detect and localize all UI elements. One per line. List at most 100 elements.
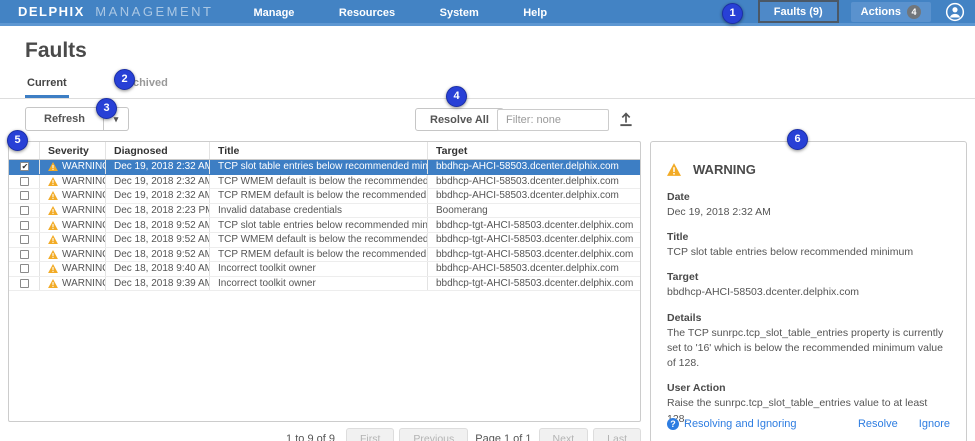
column-header-diagnosed[interactable]: Diagnosed	[105, 142, 209, 159]
warning-icon	[48, 177, 58, 186]
filter-input[interactable]	[497, 109, 609, 131]
actions-count-badge: 4	[907, 5, 921, 19]
title-cell: TCP RMEM default is below the recommende…	[209, 248, 427, 262]
target-cell: bbdhcp-tgt-AHCI-58503.dcenter.delphix.co…	[427, 248, 640, 262]
details-date-label: Date	[667, 191, 950, 203]
question-icon: ?	[667, 418, 679, 430]
title-cell: Invalid database credentials	[209, 204, 427, 218]
details-title-group: Title TCP slot table entries below recom…	[667, 231, 950, 260]
callout-6: 6	[787, 129, 808, 150]
table-row[interactable]: WARNING Dec 18, 2018 9:39 AM Incorrect t…	[9, 277, 640, 292]
pagination: 1 to 9 of 9 First Previous Page 1 of 1 N…	[8, 428, 641, 441]
diagnosed-cell: Dec 18, 2018 2:23 PM	[105, 204, 209, 218]
target-cell: bbdhcp-AHCI-58503.dcenter.delphix.com	[427, 189, 640, 203]
target-cell: bbdhcp-AHCI-58503.dcenter.delphix.com	[427, 262, 640, 276]
upload-icon[interactable]	[617, 110, 635, 128]
details-date-group: Date Dec 19, 2018 2:32 AM	[667, 191, 950, 220]
table-row[interactable]: WARNING Dec 19, 2018 2:32 AM TCP WMEM de…	[9, 175, 640, 190]
table-header-row: Severity Diagnosed Title Target	[9, 142, 640, 160]
details-target-value: bbdhcp-AHCI-58503.dcenter.delphix.com	[667, 285, 950, 300]
warning-icon	[48, 250, 58, 259]
table-row[interactable]: WARNING Dec 18, 2018 9:52 AM TCP RMEM de…	[9, 248, 640, 263]
warning-icon	[48, 221, 58, 230]
target-cell: bbdhcp-tgt-AHCI-58503.dcenter.delphix.co…	[427, 233, 640, 247]
severity-cell: WARNING	[62, 161, 105, 172]
table-row[interactable]: WARNING Dec 18, 2018 9:52 AM TCP WMEM de…	[9, 233, 640, 248]
previous-page-button[interactable]: Previous	[399, 428, 468, 441]
target-cell: bbdhcp-tgt-AHCI-58503.dcenter.delphix.co…	[427, 277, 640, 291]
table-row[interactable]: WARNING Dec 18, 2018 9:40 AM Incorrect t…	[9, 262, 640, 277]
diagnosed-cell: Dec 19, 2018 2:32 AM	[105, 160, 209, 174]
nav-item-manage[interactable]: Manage	[253, 7, 294, 19]
row-checkbox[interactable]	[20, 191, 29, 200]
row-checkbox[interactable]	[20, 235, 29, 244]
details-user-action-label: User Action	[667, 382, 950, 394]
first-page-button[interactable]: First	[346, 428, 394, 441]
details-details-value: The TCP sunrpc.tcp_slot_table_entries pr…	[667, 326, 950, 372]
details-date-value: Dec 19, 2018 2:32 AM	[667, 205, 950, 220]
warning-icon	[667, 163, 681, 176]
table-row[interactable]: WARNING Dec 19, 2018 2:32 AM TCP slot ta…	[9, 160, 640, 175]
nav-item-help[interactable]: Help	[523, 7, 547, 19]
table-row[interactable]: WARNING Dec 18, 2018 2:23 PM Invalid dat…	[9, 204, 640, 219]
row-checkbox[interactable]	[20, 221, 29, 230]
row-checkbox[interactable]	[20, 264, 29, 273]
tab-bar: Current Archived	[0, 75, 975, 99]
diagnosed-cell: Dec 18, 2018 9:52 AM	[105, 218, 209, 232]
details-details-group: Details The TCP sunrpc.tcp_slot_table_en…	[667, 312, 950, 372]
actions-button[interactable]: Actions 4	[851, 2, 931, 22]
faults-table: Severity Diagnosed Title Target WARNING …	[8, 141, 641, 422]
callout-5: 5	[7, 130, 28, 151]
severity-cell: WARNING	[62, 205, 105, 216]
tab-current[interactable]: Current	[25, 75, 69, 98]
last-page-button[interactable]: Last	[593, 428, 641, 441]
nav-item-resources[interactable]: Resources	[339, 7, 395, 19]
severity-cell: WARNING	[62, 176, 105, 187]
details-target-group: Target bbdhcp-AHCI-58503.dcenter.delphix…	[667, 271, 950, 300]
ignore-link[interactable]: Ignore	[919, 418, 950, 430]
title-cell: TCP WMEM default is below the recommende…	[209, 233, 427, 247]
target-cell: bbdhcp-tgt-AHCI-58503.dcenter.delphix.co…	[427, 218, 640, 232]
table-row[interactable]: WARNING Dec 18, 2018 9:52 AM TCP slot ta…	[9, 218, 640, 233]
title-cell: TCP slot table entries below recommended…	[209, 160, 427, 174]
warning-icon	[48, 279, 58, 288]
details-footer: ? Resolving and Ignoring Resolve Ignore	[667, 418, 950, 430]
column-header-severity[interactable]: Severity	[39, 142, 105, 159]
details-details-label: Details	[667, 312, 950, 324]
severity-cell: WARNING	[62, 220, 105, 231]
title-cell: Incorrect toolkit owner	[209, 277, 427, 291]
severity-cell: WARNING	[62, 263, 105, 274]
column-header-target[interactable]: Target	[427, 142, 640, 159]
nav-item-system[interactable]: System	[440, 7, 479, 19]
row-checkbox[interactable]	[20, 206, 29, 215]
row-checkbox[interactable]	[20, 279, 29, 288]
title-cell: Incorrect toolkit owner	[209, 262, 427, 276]
column-header-title[interactable]: Title	[209, 142, 427, 159]
warning-icon	[48, 191, 58, 200]
diagnosed-cell: Dec 18, 2018 9:52 AM	[105, 233, 209, 247]
details-target-label: Target	[667, 271, 950, 283]
help-link[interactable]: ? Resolving and Ignoring	[667, 418, 797, 430]
details-title-value: TCP slot table entries below recommended…	[667, 245, 950, 260]
user-avatar-icon[interactable]	[945, 2, 965, 22]
resolve-link[interactable]: Resolve	[858, 418, 898, 430]
severity-cell: WARNING	[62, 234, 105, 245]
diagnosed-cell: Dec 19, 2018 2:32 AM	[105, 189, 209, 203]
refresh-button[interactable]: Refresh	[25, 107, 104, 131]
next-page-button[interactable]: Next	[539, 428, 589, 441]
warning-icon	[48, 264, 58, 273]
app-window: DELPHIX MANAGEMENT Manage Resources Syst…	[0, 0, 975, 441]
table-body: WARNING Dec 19, 2018 2:32 AM TCP slot ta…	[9, 160, 640, 291]
title-cell: TCP RMEM default is below the recommende…	[209, 189, 427, 203]
row-checkbox[interactable]	[20, 177, 29, 186]
row-checkbox[interactable]	[20, 250, 29, 259]
row-checkbox[interactable]	[20, 162, 29, 171]
title-cell: TCP WMEM default is below the recommende…	[209, 175, 427, 189]
diagnosed-cell: Dec 18, 2018 9:39 AM	[105, 277, 209, 291]
resolve-all-button[interactable]: Resolve All	[415, 108, 504, 131]
faults-button[interactable]: Faults (9)	[758, 0, 839, 23]
actions-label: Actions	[861, 6, 901, 18]
top-nav: DELPHIX MANAGEMENT Manage Resources Syst…	[0, 0, 975, 26]
table-row[interactable]: WARNING Dec 19, 2018 2:32 AM TCP RMEM de…	[9, 189, 640, 204]
help-link-label: Resolving and Ignoring	[684, 418, 797, 430]
